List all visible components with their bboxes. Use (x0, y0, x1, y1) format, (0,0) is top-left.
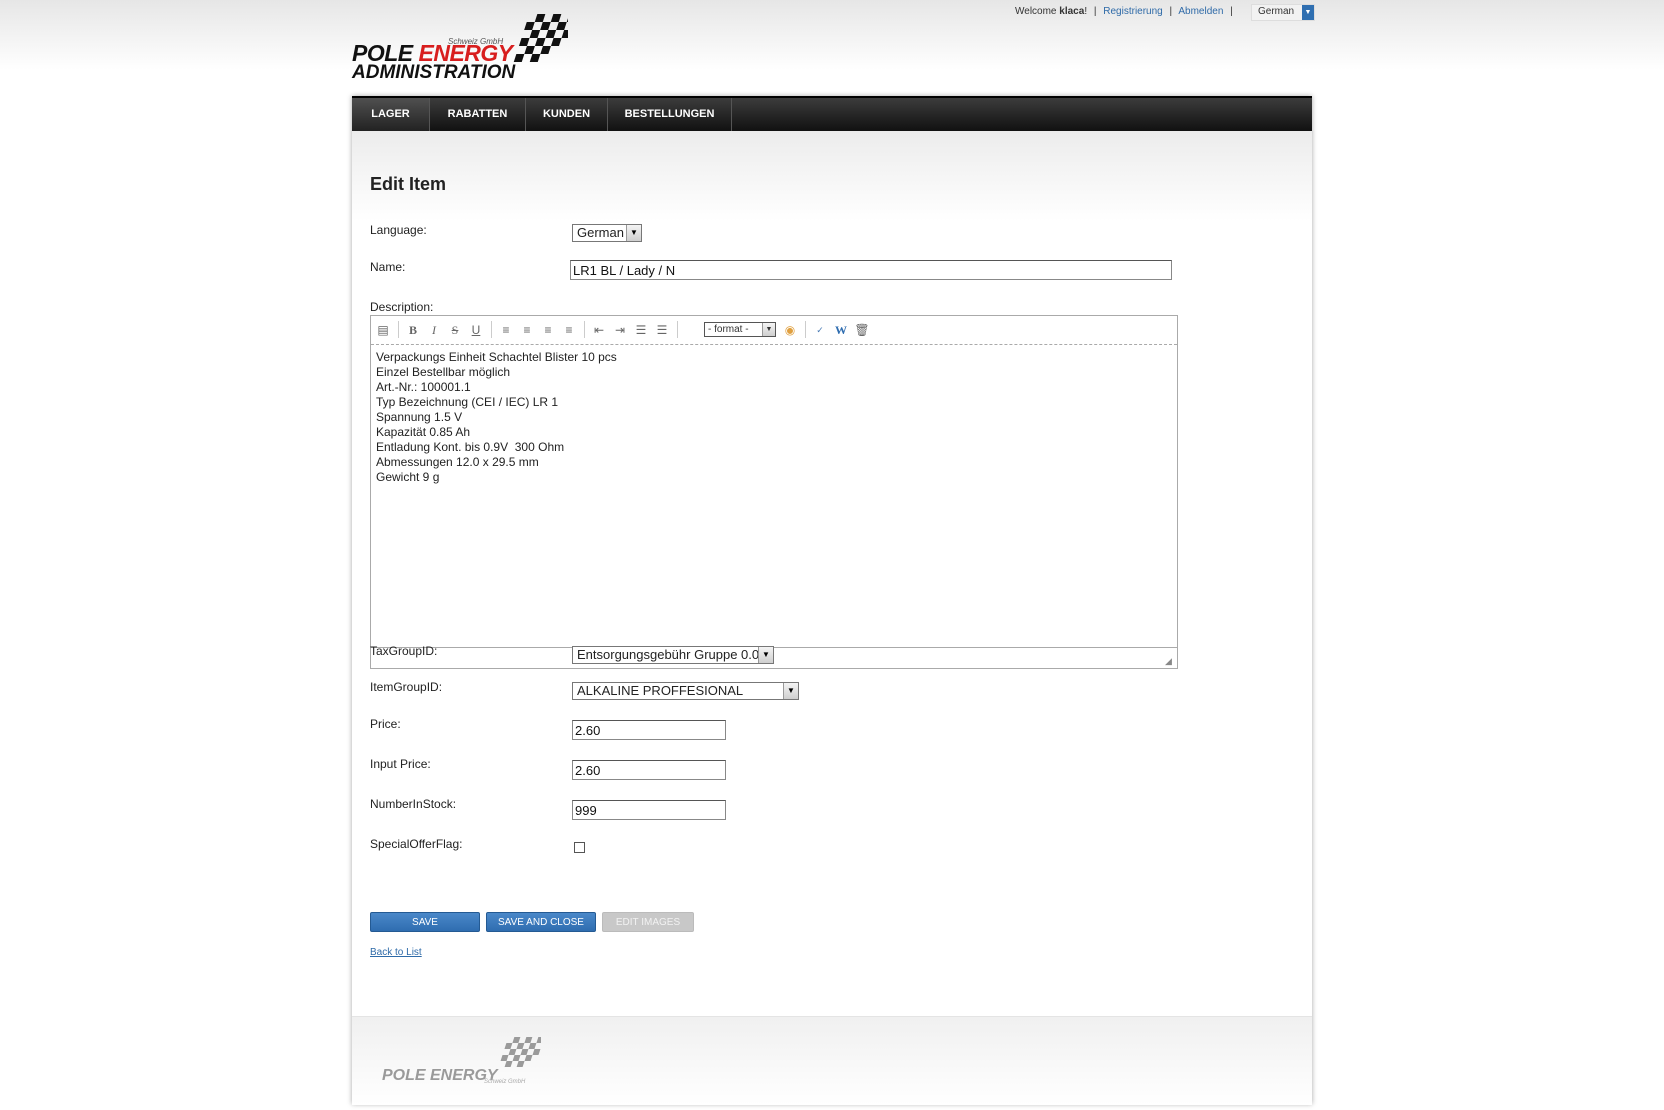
itemgroup-select[interactable]: ALKALINE PROFFESIONAL ▼ (572, 682, 799, 700)
trash-icon[interactable]: 🗑 (854, 322, 870, 338)
description-line: Gewicht 9 g (376, 470, 440, 484)
description-line: Entladung Kont. bis 0.9V 300 Ohm (376, 440, 565, 454)
editor-toolbar: ▤ B I S U ≡ ≡ ≡ ≡ ⇤ ⇥ ☰ ☰ - format - ▼ ◉… (371, 316, 1177, 345)
taxgroup-select[interactable]: Entsorgungsgebühr Gruppe 0.05 ▼ (572, 646, 774, 664)
language-selector-value: German (1258, 6, 1295, 17)
chevron-down-icon: ▼ (758, 647, 773, 663)
description-line: Verpackungs Einheit Schachtel Blister 10… (376, 350, 617, 364)
indent-icon[interactable]: ⇥ (612, 322, 628, 338)
description-line: Spannung 1.5 V (376, 410, 463, 424)
align-justify-icon[interactable]: ≡ (561, 322, 577, 338)
paste-from-word-icon[interactable]: W (833, 322, 849, 338)
separator: | (1169, 6, 1173, 17)
description-line: Abmessungen 12.0 x 29.5 mm (376, 455, 539, 469)
toolbar-divider (398, 321, 399, 338)
separator: | (1093, 6, 1097, 17)
welcome-suffix: ! (1084, 6, 1088, 17)
site-logo[interactable]: Schweiz GmbH POLE ENERGY ADMINISTRATION (352, 12, 568, 87)
ordered-list-icon[interactable]: ☰ (633, 322, 649, 338)
italic-icon[interactable]: I (426, 322, 442, 338)
unordered-list-icon[interactable]: ☰ (654, 322, 670, 338)
nav-item-lager[interactable]: LAGER (352, 98, 430, 131)
back-to-list-link[interactable]: Back to List (370, 947, 422, 958)
color-palette-icon[interactable]: ◉ (782, 322, 798, 338)
panel-header-gradient (352, 131, 1312, 221)
checkered-flag-icon (513, 14, 568, 62)
description-label: Description: (370, 300, 434, 314)
footer-logo: POLE ENERGY Schweiz GmbH (382, 1035, 552, 1095)
name-label: Name: (370, 260, 406, 274)
underline-icon[interactable]: U (468, 322, 484, 338)
nav-item-rabatten[interactable]: RABATTEN (430, 98, 526, 131)
footer-company: Schweiz GmbH (484, 1079, 526, 1085)
price-input[interactable] (572, 720, 726, 740)
description-line: Einzel Bestellbar möglich (376, 365, 511, 379)
html-source-icon[interactable]: ▤ (375, 322, 391, 338)
description-line: Kapazität 0.85 Ah (376, 425, 471, 439)
description-content[interactable]: Verpackungs Einheit Schachtel Blister 10… (376, 350, 1166, 485)
description-editor[interactable]: ▤ B I S U ≡ ≡ ≡ ≡ ⇤ ⇥ ☰ ☰ - format - ▼ ◉… (370, 315, 1178, 669)
register-link[interactable]: Registrierung (1103, 6, 1162, 17)
checkered-flag-icon (500, 1037, 541, 1067)
nav-item-kunden[interactable]: KUNDEN (526, 98, 608, 131)
stock-input[interactable] (572, 800, 726, 820)
chevron-down-icon: ▼ (762, 323, 775, 336)
price-label: Price: (370, 717, 401, 731)
toolbar-divider (584, 321, 585, 338)
main-panel: LAGER RABATTEN KUNDEN BESTELLUNGEN Edit … (352, 96, 1312, 1105)
outdent-icon[interactable]: ⇤ (591, 322, 607, 338)
align-center-icon[interactable]: ≡ (519, 322, 535, 338)
save-and-close-button[interactable]: SAVE AND CLOSE (486, 912, 596, 932)
align-right-icon[interactable]: ≡ (540, 322, 556, 338)
language-selector[interactable]: German ▼ (1251, 4, 1315, 21)
chevron-down-icon[interactable]: ▼ (1302, 5, 1314, 20)
top-user-bar: Welcome klaca! | Registrierung | Abmelde… (1015, 6, 1237, 17)
input-price-input[interactable] (572, 760, 726, 780)
logout-link[interactable]: Abmelden (1178, 6, 1223, 17)
format-select-value: - format - (708, 324, 749, 335)
footer-logo-text: POLE ENERGY (382, 1067, 498, 1084)
toolbar-divider (805, 321, 806, 338)
toolbar-divider (677, 321, 678, 338)
bold-icon[interactable]: B (405, 322, 421, 338)
chevron-down-icon: ▼ (626, 225, 641, 241)
resize-grip-icon[interactable]: ◢ (1165, 656, 1175, 666)
format-select[interactable]: - format - ▼ (704, 322, 776, 337)
special-offer-checkbox[interactable] (574, 842, 585, 853)
username: klaca (1059, 6, 1085, 17)
toolbar-divider (491, 321, 492, 338)
description-line: Art.-Nr.: 100001.1 (376, 380, 471, 394)
editor-statusbar: ◢ (371, 647, 1177, 668)
language-select-value: German (577, 225, 624, 240)
edit-images-button[interactable]: EDIT IMAGES (602, 912, 694, 932)
itemgroup-select-value: ALKALINE PROFFESIONAL (577, 683, 744, 698)
nav-item-bestellungen[interactable]: BESTELLUNGEN (608, 98, 732, 131)
chevron-down-icon: ▼ (783, 683, 798, 699)
strikethrough-icon[interactable]: S (447, 322, 463, 338)
main-nav: LAGER RABATTEN KUNDEN BESTELLUNGEN (352, 96, 1312, 131)
language-label: Language: (370, 223, 427, 237)
separator: | (1230, 6, 1233, 17)
taxgroup-label: TaxGroupID: (370, 644, 438, 658)
itemgroup-label: ItemGroupID: (370, 680, 443, 694)
welcome-prefix: Welcome (1015, 6, 1057, 17)
page-title: Edit Item (370, 174, 447, 194)
footer: POLE ENERGY Schweiz GmbH (352, 1016, 1312, 1105)
save-button[interactable]: SAVE (370, 912, 480, 932)
name-input[interactable] (570, 260, 1172, 280)
input-price-label: Input Price: (370, 757, 431, 771)
special-offer-label: SpecialOfferFlag: (370, 837, 463, 851)
taxgroup-select-value: Entsorgungsgebühr Gruppe 0.05 (577, 647, 767, 662)
align-left-icon[interactable]: ≡ (498, 322, 514, 338)
stock-label: NumberInStock: (370, 797, 457, 811)
language-select[interactable]: German ▼ (572, 224, 642, 242)
spellcheck-icon[interactable]: ✓ (812, 322, 828, 338)
description-line: Typ Bezeichnung (CEI / IEC) LR 1 (376, 395, 559, 409)
logo-subtitle: ADMINISTRATION (352, 62, 516, 83)
